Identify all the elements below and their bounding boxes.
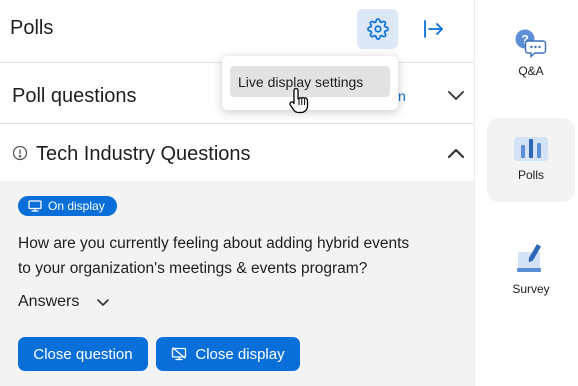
- sidebar-item-polls[interactable]: Polls: [487, 118, 575, 202]
- polls-icon: [514, 137, 548, 161]
- collapse-panel-button[interactable]: [418, 12, 448, 46]
- active-poll-card: On display How are you currently feeling…: [0, 181, 474, 386]
- close-display-button[interactable]: Close display: [156, 337, 300, 371]
- badge-label: On display: [48, 199, 105, 213]
- poll-question-line: How are you currently feeling about addi…: [18, 235, 410, 252]
- sidebar-item-label: Q&A: [518, 64, 544, 78]
- qa-icon: ?: [515, 29, 547, 58]
- poll-question-line: to your organization's meetings & events…: [18, 260, 368, 277]
- poll-questions-label: Poll questions: [12, 85, 137, 107]
- question-group-header[interactable]: Tech Industry Questions: [0, 125, 474, 181]
- settings-button[interactable]: [357, 9, 398, 49]
- survey-icon: [517, 244, 541, 272]
- monitor-off-icon: [172, 347, 187, 361]
- sidebar: ? Q&A Polls Survey: [474, 0, 578, 386]
- question-group-title: Tech Industry Questions: [36, 143, 251, 165]
- sidebar-item-survey[interactable]: Survey: [487, 230, 575, 314]
- exit-arrow-icon: [424, 20, 443, 38]
- sidebar-item-qa[interactable]: ? Q&A: [487, 14, 575, 98]
- answers-label: Answers: [18, 293, 80, 310]
- info-circle-icon: [12, 145, 28, 161]
- poll-question-text: How are you currently feeling about addi…: [18, 231, 458, 281]
- poll-questions-link-partial[interactable]: n: [398, 88, 406, 104]
- chevron-down-icon[interactable]: [444, 83, 468, 107]
- gear-icon: [366, 18, 389, 40]
- monitor-icon: [28, 200, 42, 212]
- close-question-button[interactable]: Close question: [18, 337, 148, 371]
- close-display-label: Close display: [195, 345, 285, 363]
- close-question-label: Close question: [33, 345, 133, 363]
- polls-panel: Polls Poll questions n Tech Industry Que…: [0, 0, 474, 386]
- page-title: Polls: [10, 17, 54, 39]
- sidebar-item-label: Polls: [517, 168, 544, 182]
- chevron-up-icon[interactable]: [444, 142, 468, 166]
- sidebar-item-label: Survey: [512, 282, 550, 296]
- panel-header: Polls: [0, 0, 474, 63]
- chevron-down-icon: [97, 299, 110, 306]
- hand-cursor-icon: [289, 87, 309, 114]
- answers-toggle[interactable]: Answers: [18, 293, 111, 311]
- on-display-badge: On display: [18, 196, 117, 216]
